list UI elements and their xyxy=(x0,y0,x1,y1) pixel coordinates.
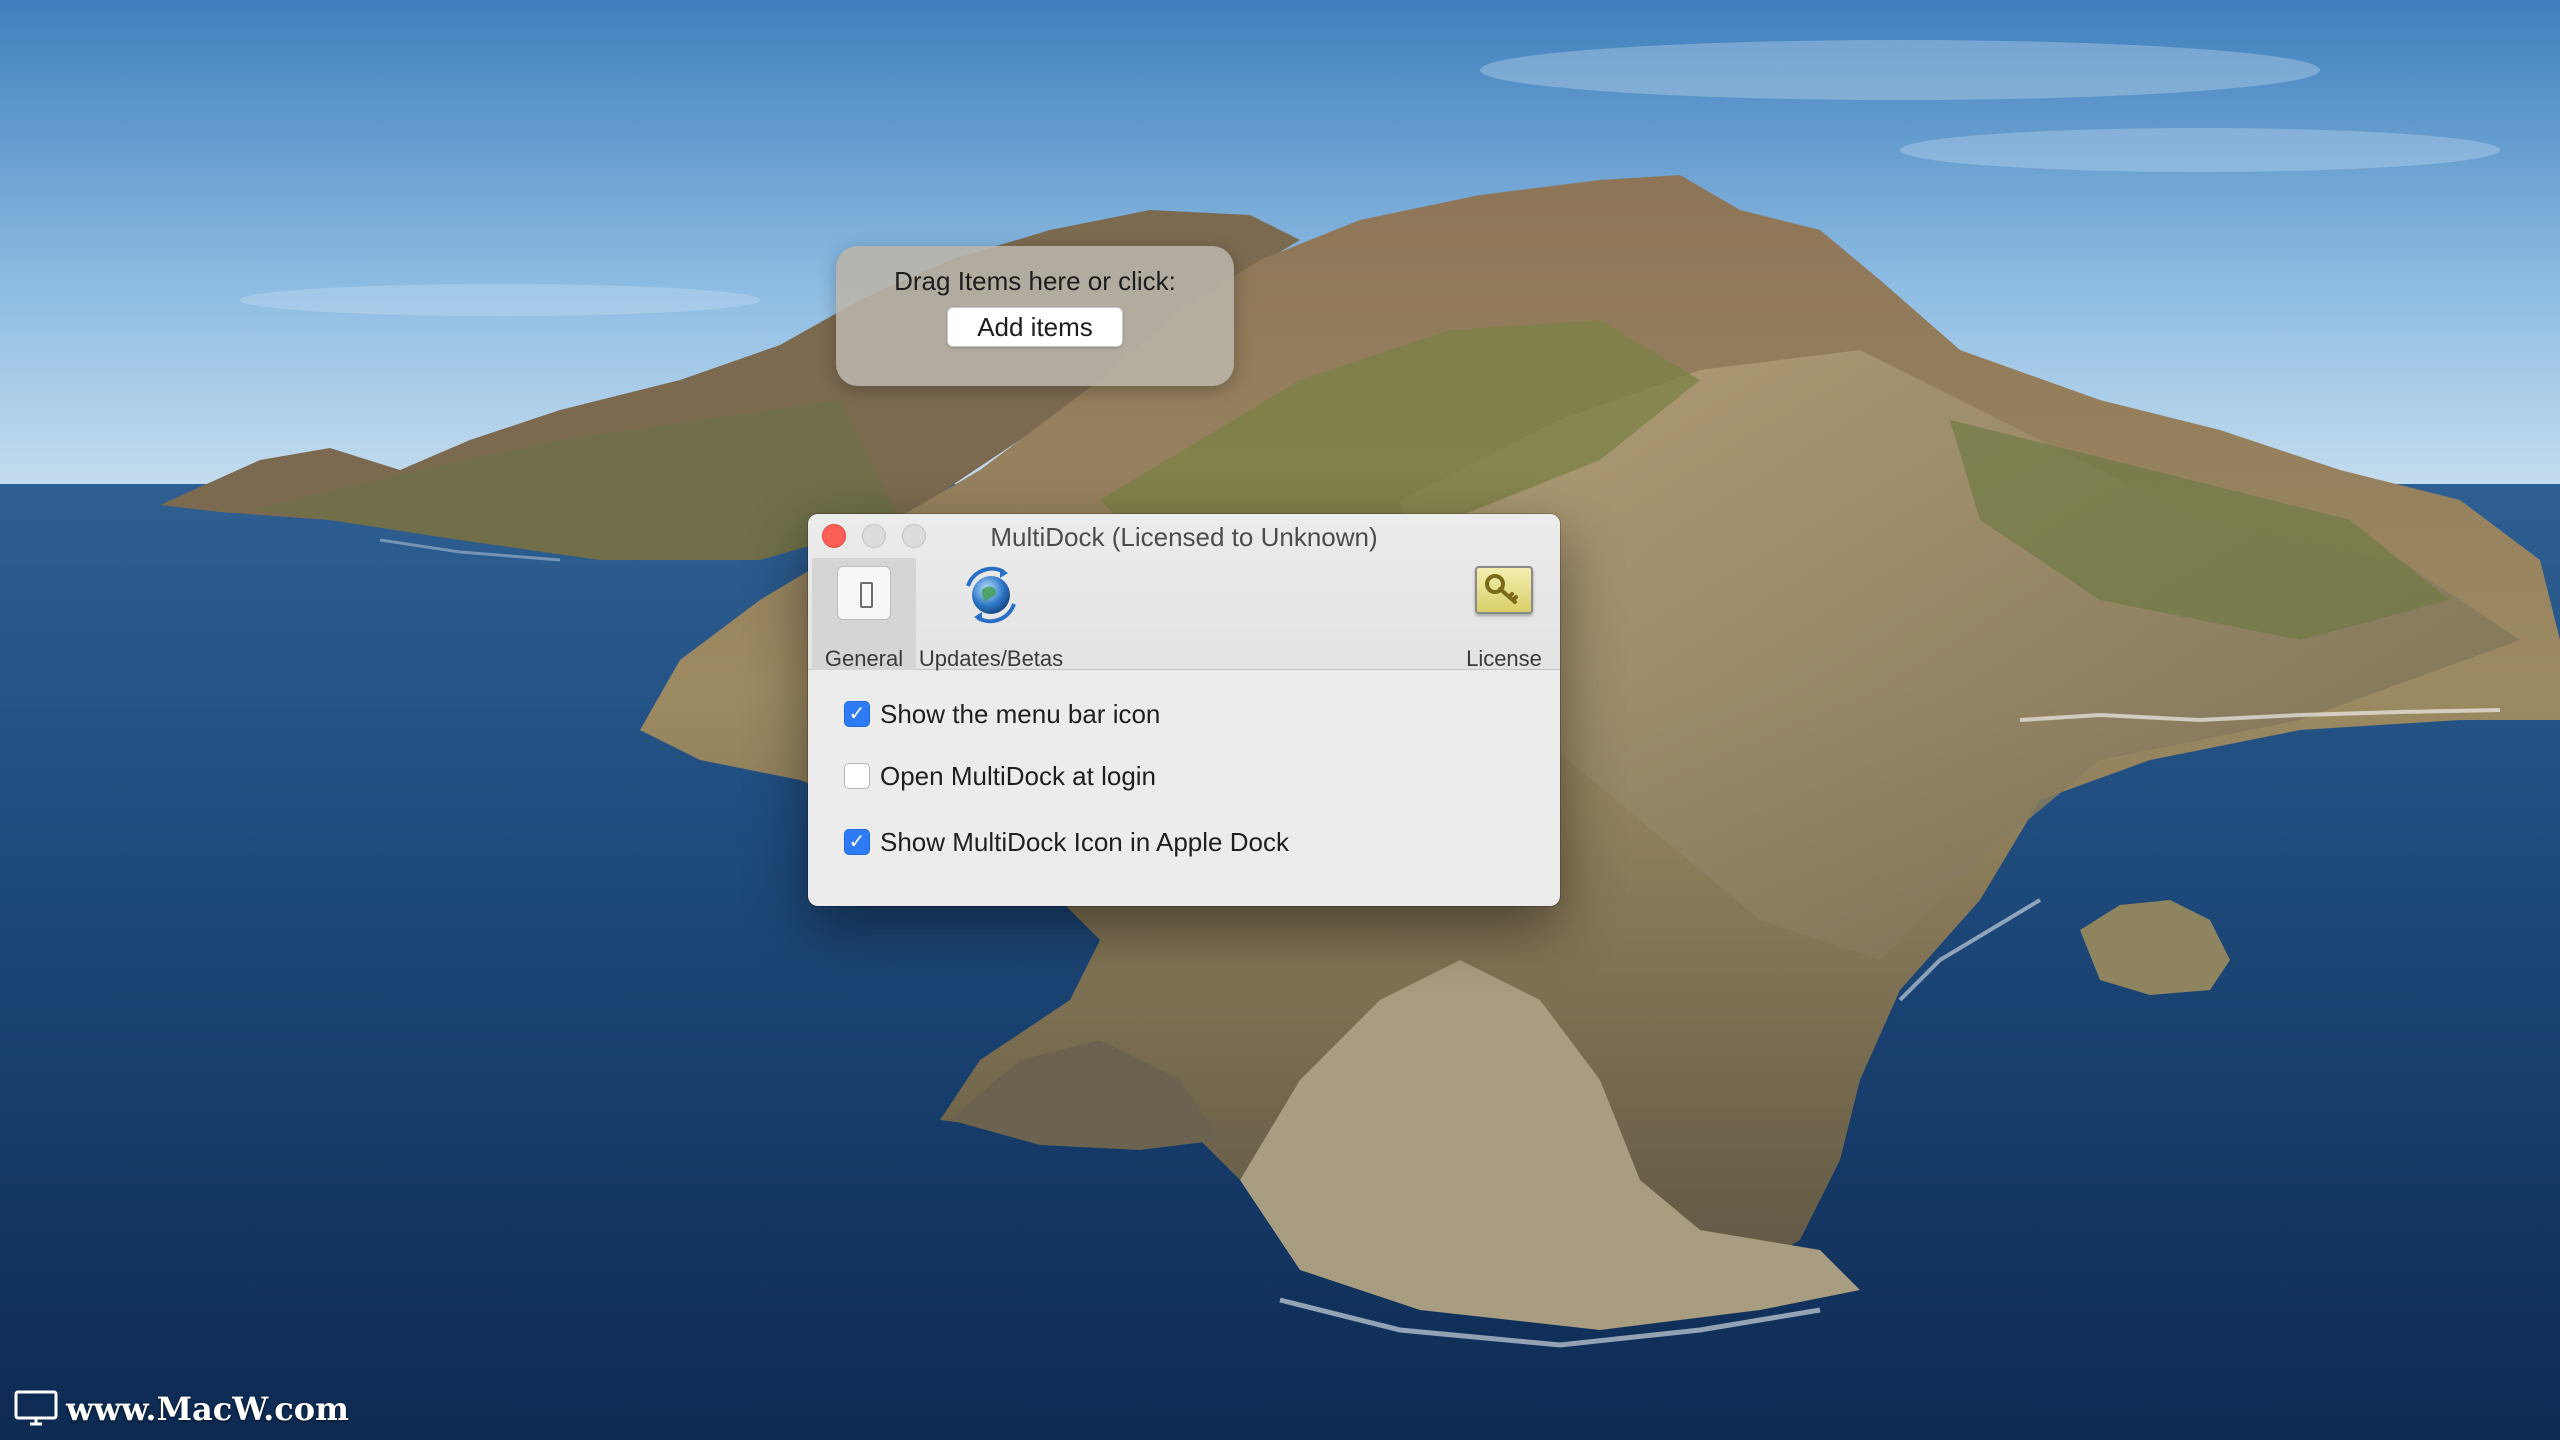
watermark: www.MacW.com xyxy=(14,1390,349,1428)
window-title: MultiDock (Licensed to Unknown) xyxy=(990,522,1378,552)
toolbar-general-label: General xyxy=(824,646,904,671)
toolbar-license-label: License xyxy=(1466,646,1542,671)
setting-menu-bar-icon[interactable]: ✓ Show the menu bar icon xyxy=(844,698,1560,729)
menu-bar-icon-label: Show the menu bar icon xyxy=(880,698,1161,729)
checkmark-icon: ✓ xyxy=(848,831,866,853)
preferences-window: MultiDock (Licensed to Unknown) General xyxy=(808,514,1560,906)
toolbar-general-tab[interactable]: General xyxy=(812,558,916,671)
setting-open-at-login[interactable]: Open MultiDock at login xyxy=(844,760,1560,791)
toolbar-updates-tab[interactable]: Updates/Betas xyxy=(918,558,1064,671)
general-switch-icon xyxy=(837,566,891,620)
monitor-logo-icon xyxy=(14,1390,58,1426)
drop-zone[interactable]: Drag Items here or click: Add items xyxy=(836,246,1234,386)
toolbar-license-tab[interactable]: License xyxy=(1452,558,1556,671)
setting-dock-icon[interactable]: ✓ Show MultiDock Icon in Apple Dock xyxy=(844,826,1560,857)
dock-icon-checkbox[interactable]: ✓ xyxy=(844,829,870,855)
updates-globe-icon xyxy=(966,566,1016,624)
add-items-button[interactable]: Add items xyxy=(947,307,1123,347)
watermark-text: www.MacW.com xyxy=(66,1390,349,1428)
open-at-login-checkbox[interactable] xyxy=(844,763,870,789)
general-settings-pane: ✓ Show the menu bar icon Open MultiDock … xyxy=(808,670,1560,857)
open-at-login-label: Open MultiDock at login xyxy=(880,760,1157,791)
drop-zone-prompt: Drag Items here or click: xyxy=(894,266,1176,296)
toolbar-updates-label: Updates/Betas xyxy=(918,646,1064,671)
license-key-icon xyxy=(1475,566,1533,614)
checkmark-icon: ✓ xyxy=(848,703,866,725)
menu-bar-icon-checkbox[interactable]: ✓ xyxy=(844,701,870,727)
dock-icon-label: Show MultiDock Icon in Apple Dock xyxy=(880,826,1289,857)
window-titlebar: MultiDock (Licensed to Unknown) General xyxy=(808,514,1560,671)
